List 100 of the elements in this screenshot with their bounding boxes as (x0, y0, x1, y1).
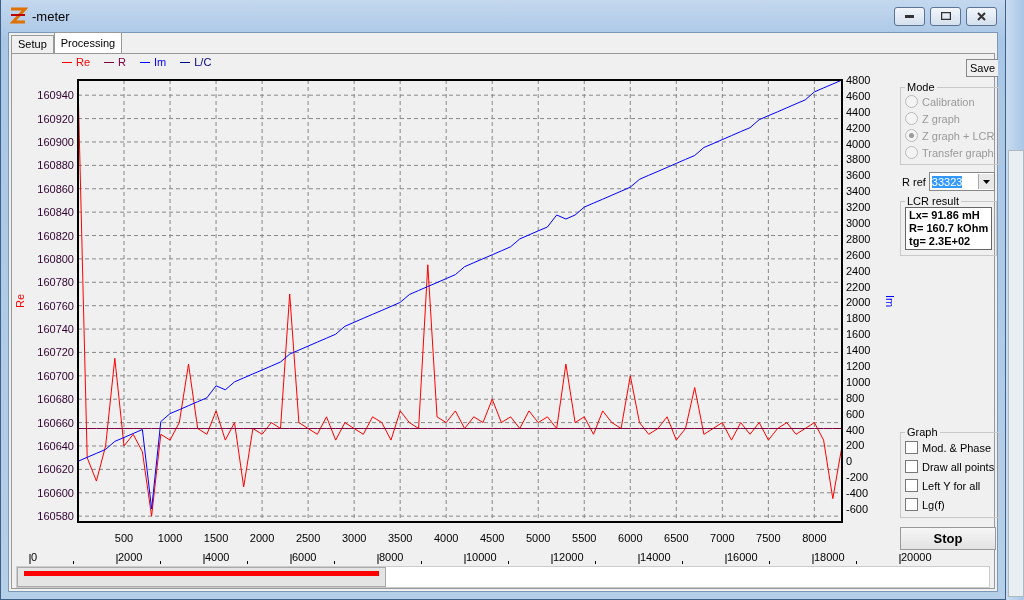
legend-item: Re (76, 56, 91, 68)
y2-tick-label: 2600 (846, 248, 871, 261)
group-title: Mode (906, 81, 936, 93)
y2-tick-label: 4600 (846, 89, 871, 102)
scroll-thumb[interactable] (17, 567, 387, 587)
y2-tick-label: 1000 (846, 375, 871, 388)
maximize-button[interactable] (930, 6, 961, 26)
close-icon (977, 11, 986, 21)
y2-tick-label: 400 (846, 423, 865, 436)
minimize-button[interactable] (894, 6, 925, 26)
y-tick-label: 160900 (37, 135, 74, 148)
ruler-label: 4000 (205, 551, 230, 563)
legend-item: L/C (194, 56, 212, 68)
group-title: LCR result (906, 195, 960, 207)
y2-tick-label: 2800 (846, 232, 871, 245)
ruler-label: 18000 (814, 551, 845, 563)
x-tick-label: 3000 (341, 532, 367, 544)
r-ref-label: R ref (902, 175, 926, 188)
checkbox[interactable] (905, 460, 918, 473)
y-axis-label: Re (14, 293, 26, 309)
group-title: Graph (906, 426, 939, 438)
x-tick-label: 1500 (203, 532, 229, 544)
y2-tick-label: -200 (846, 471, 869, 484)
ruler-label: 0 (31, 551, 38, 563)
y-tick-label: 160720 (37, 346, 74, 359)
legend-line (104, 61, 115, 63)
y2-tick-label: 4200 (846, 121, 871, 134)
y2-tick-label: 0 (846, 455, 853, 468)
y-tick-label: 160600 (37, 486, 74, 499)
y-tick-label: 160680 (37, 393, 74, 406)
window-title: -meter (32, 8, 70, 24)
y-tick-label: 160920 (37, 112, 74, 125)
save-button[interactable]: Save (966, 59, 998, 77)
legend-line (140, 61, 150, 63)
close-button[interactable] (966, 6, 997, 26)
dropdown-icon (982, 179, 990, 184)
radio-label: Z graph + LCR (922, 129, 995, 142)
y-tick-label: 160800 (37, 252, 74, 265)
y-tick-label: 160820 (37, 229, 74, 242)
x-tick-label: 5500 (572, 532, 597, 544)
x-tick-label: 4500 (479, 532, 505, 544)
x-tick-label: 2000 (249, 532, 275, 544)
y-tick-label: 160860 (37, 182, 74, 195)
y-tick-label: 160780 (37, 276, 74, 289)
legend-line (62, 61, 72, 63)
y2-tick-label: -400 (846, 487, 869, 500)
y-tick-label: 160700 (37, 369, 74, 382)
x-tick-label: 1000 (157, 532, 183, 544)
y2-tick-label: 1200 (846, 360, 871, 372)
y-tick-label: 160640 (37, 440, 74, 452)
x-tick-label: 7500 (756, 532, 781, 544)
checkbox[interactable] (905, 479, 918, 492)
y2-tick-label: 3600 (846, 169, 871, 182)
y-tick-label: 160840 (37, 206, 74, 219)
stop-button[interactable]: Stop (900, 527, 996, 550)
ruler-label: 12000 (553, 551, 584, 563)
legend-item: Im (154, 56, 167, 68)
x-tick-label: 4000 (433, 532, 459, 544)
checkbox-label: Left Y for all (922, 479, 981, 492)
x-tick-label: 6000 (618, 532, 643, 544)
result-line: tg= 2.3E+02 (909, 235, 972, 248)
y2-tick-label: -600 (846, 502, 869, 515)
ruler-label: 8000 (379, 551, 404, 563)
legend-item: R (118, 56, 126, 68)
x-tick-label: 5000 (526, 532, 551, 544)
y2-tick-label: 4400 (846, 105, 871, 118)
y2-tick-label: 1600 (846, 328, 871, 341)
range-scrollbar[interactable] (16, 566, 990, 588)
y-tick-label: 160740 (37, 323, 74, 336)
checkbox[interactable] (905, 441, 918, 454)
y2-tick-label: 1800 (846, 312, 871, 325)
tab[interactable]: Setup (11, 35, 54, 53)
x-tick-label: 7000 (710, 532, 735, 544)
y2-tick-label: 200 (846, 439, 865, 452)
y2-tick-label: 1400 (846, 344, 871, 357)
y2-tick-label: 2400 (846, 264, 871, 277)
radio-label: Z graph (922, 112, 960, 125)
y-tick-label: 160760 (37, 299, 74, 312)
checkbox-label: Draw all points (922, 460, 995, 473)
app-logo-icon (8, 6, 28, 26)
x-tick-label: 2500 (295, 532, 321, 544)
ruler-label: 16000 (727, 551, 758, 563)
x-tick-label: 6500 (664, 532, 689, 544)
result-line: R= 160.7 kOhm (909, 222, 989, 235)
y2-tick-label: 600 (846, 407, 865, 420)
y2-tick-label: 4800 (846, 74, 871, 86)
tab[interactable]: Processing (53, 32, 123, 53)
x-tick-label: 8000 (802, 532, 827, 544)
y2-tick-label: 3400 (846, 185, 871, 198)
checkbox-label: Lg(f) (922, 498, 945, 511)
y2-axis-label: Im (884, 294, 896, 308)
checkbox[interactable] (905, 498, 918, 511)
x-tick-label: 3500 (387, 532, 413, 544)
y2-tick-label: 3200 (846, 201, 871, 214)
y2-tick-label: 2000 (846, 296, 871, 309)
y-tick-label: 160620 (37, 463, 74, 476)
y-tick-label: 160660 (37, 416, 74, 429)
x-tick-label: 500 (114, 532, 134, 544)
y2-tick-label: 3000 (846, 217, 871, 229)
y2-tick-label: 4000 (846, 137, 871, 150)
